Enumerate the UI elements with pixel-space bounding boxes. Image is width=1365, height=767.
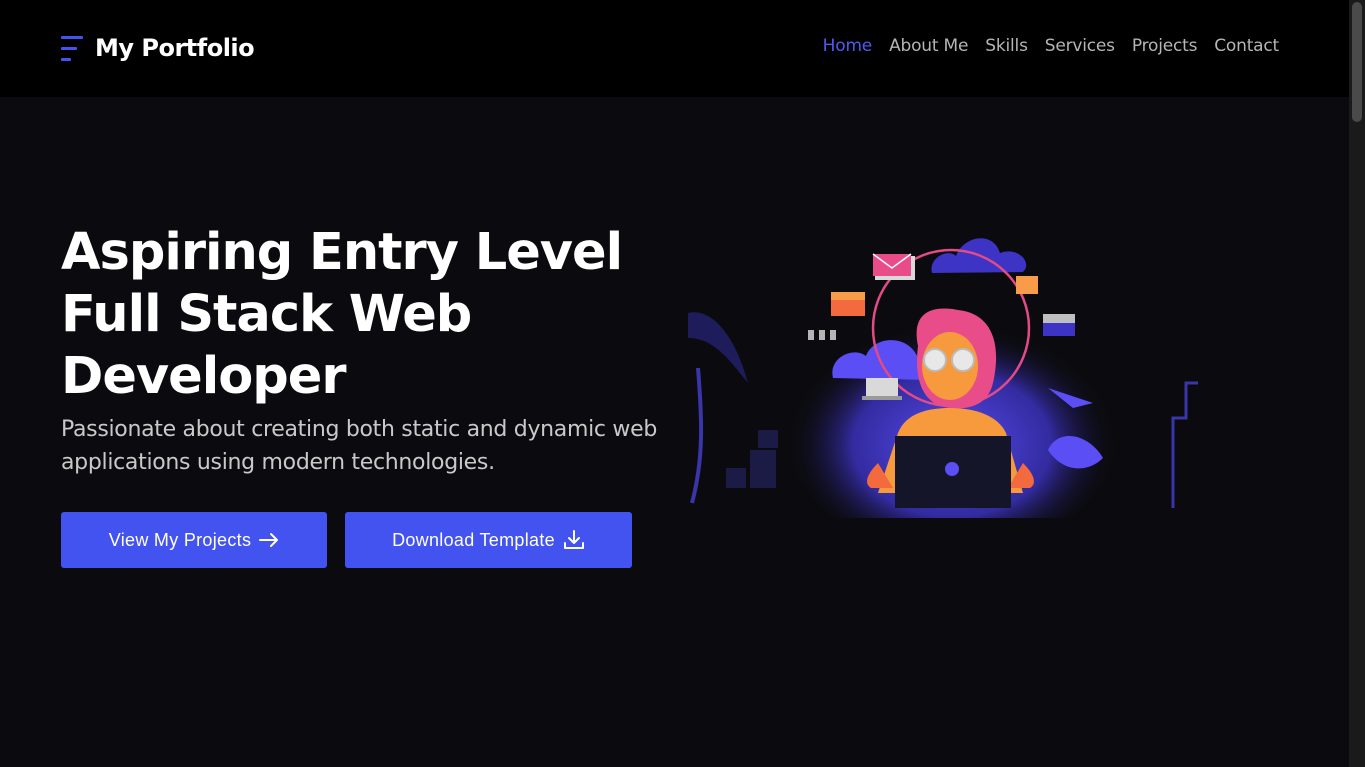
hero-title: Aspiring Entry Level Full Stack Web Deve… <box>61 222 661 408</box>
nav-link-skills[interactable]: Skills <box>985 36 1028 56</box>
view-projects-button[interactable]: View My Projects <box>61 512 327 568</box>
view-projects-label: View My Projects <box>108 529 252 550</box>
main-nav: Home About Me Skills Services Projects C… <box>823 36 1280 56</box>
hero-subtitle: Passionate about creating both static an… <box>61 417 658 475</box>
menu-lines-icon <box>61 33 85 63</box>
download-template-label: Download Template <box>392 529 555 550</box>
scrollbar-thumb[interactable] <box>1352 2 1362 122</box>
nav-link-about-me[interactable]: About Me <box>889 36 968 56</box>
vertical-scrollbar[interactable] <box>1349 0 1365 767</box>
download-icon <box>563 530 584 549</box>
nav-link-projects[interactable]: Projects <box>1132 36 1198 56</box>
page: My Portfolio Home About Me Skills Servic… <box>0 0 1349 767</box>
arrow-right-icon <box>259 533 279 547</box>
nav-link-contact[interactable]: Contact <box>1214 36 1279 56</box>
developer-illustration <box>688 238 1198 518</box>
hero-title-line-2: Full Stack Web <box>61 285 472 344</box>
site-header: My Portfolio Home About Me Skills Servic… <box>0 0 1349 97</box>
download-template-button[interactable]: Download Template <box>345 512 632 568</box>
nav-link-home[interactable]: Home <box>823 36 873 56</box>
hero-title-line-1: Aspiring Entry Level <box>61 223 623 282</box>
nav-link-services[interactable]: Services <box>1045 36 1115 56</box>
hero-title-line-3: Developer <box>61 347 347 406</box>
logo[interactable]: My Portfolio <box>61 30 255 66</box>
logo-text: My Portfolio <box>95 34 255 62</box>
